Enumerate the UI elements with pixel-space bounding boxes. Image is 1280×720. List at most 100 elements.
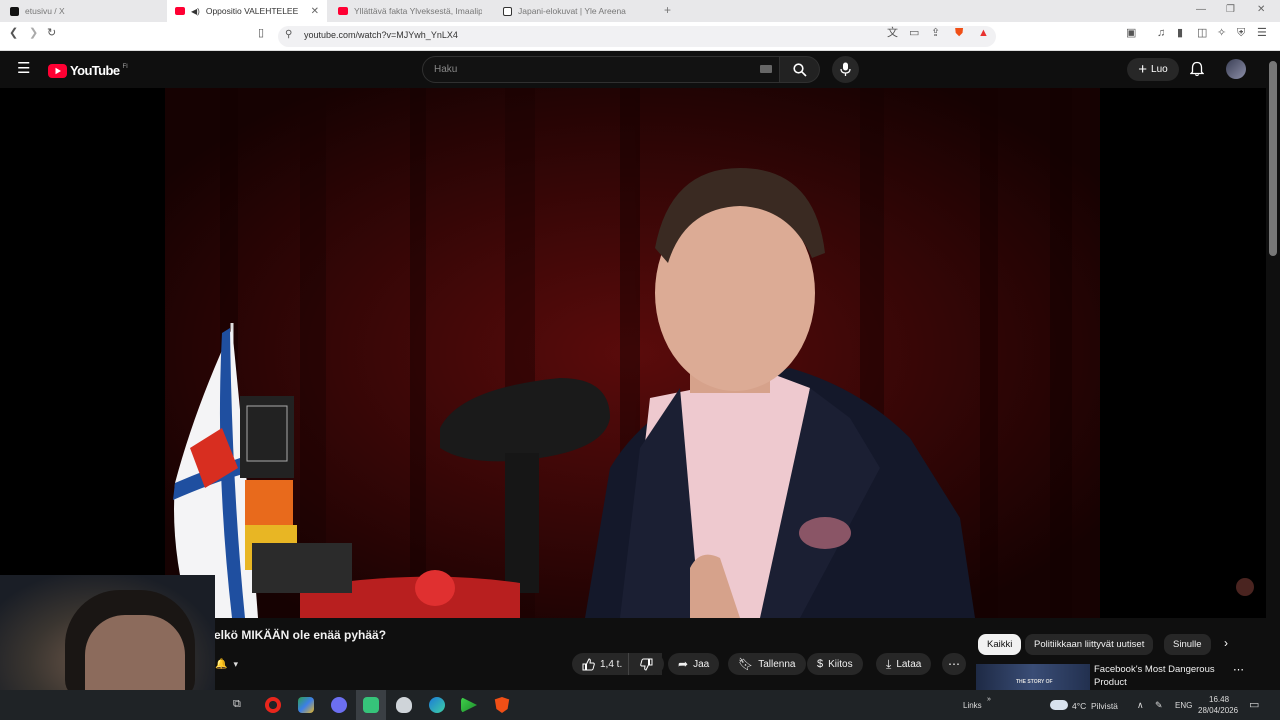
save-button[interactable]: 🔖︎ Tallenna — [728, 653, 806, 675]
links-expand-icon[interactable]: » — [987, 696, 991, 703]
dislike-button[interactable] — [628, 653, 664, 675]
channel-watermark — [1236, 578, 1254, 596]
more-actions-button[interactable]: ⋯ — [942, 653, 966, 675]
voice-search-button[interactable] — [832, 56, 859, 83]
cloud-weather-icon — [1050, 700, 1068, 710]
play-app-icon[interactable] — [461, 697, 477, 713]
forward-icon[interactable]: ❯ — [29, 28, 38, 39]
youtube-icon — [175, 7, 185, 15]
tab-youtube-2[interactable]: Yllättävä fakta Ylveksestä, Imaalipan... — [330, 0, 492, 22]
close-tab-icon[interactable]: ✕ — [311, 6, 319, 17]
discord-icon[interactable] — [331, 697, 347, 713]
microphone-icon — [840, 62, 851, 76]
brave-rewards-icon[interactable]: ▲ — [978, 28, 989, 39]
brave-icon[interactable] — [494, 697, 510, 713]
brave-shield-icon[interactable]: ⛊ — [955, 28, 963, 39]
url-text[interactable]: youtube.com/watch?v=MJYwh_YnLX4 — [304, 30, 458, 40]
plus-icon: + — [1138, 61, 1148, 78]
links-toolbar[interactable]: Links — [963, 701, 982, 710]
search-placeholder: Haku — [434, 64, 458, 75]
chips-next-icon[interactable]: › — [1224, 636, 1228, 650]
search-button[interactable] — [780, 56, 820, 83]
thanks-label: Kiitos — [828, 658, 853, 670]
keyboard-icon[interactable] — [760, 65, 772, 73]
video-frame — [165, 88, 1254, 618]
pocket-square — [799, 517, 851, 549]
clock-date[interactable]: 28/04/2026 — [1198, 706, 1238, 715]
share-label: Jaa — [693, 658, 710, 670]
share-page-icon[interactable]: ⇪ — [931, 28, 940, 39]
wallet-icon[interactable]: ◫ — [1197, 28, 1207, 39]
hamburger-menu-icon[interactable]: ☰ — [17, 61, 30, 76]
media-icon[interactable]: ♫ — [1157, 28, 1165, 39]
tab-x[interactable]: etusivu / X — [2, 0, 167, 22]
youtube-logo[interactable]: YouTube FI — [48, 63, 128, 78]
download-label: Lataa — [896, 658, 922, 670]
reader-icon[interactable]: ▣ — [1126, 28, 1136, 39]
browser-tab-bar: etusivu / X ◀) Oppositio VALEHTELEE jäll… — [0, 0, 1280, 22]
audio-playing-icon: ◀) — [191, 6, 200, 16]
youtube-play-logo-icon — [48, 63, 67, 78]
search-input[interactable]: Haku — [422, 56, 780, 83]
avatar[interactable] — [1226, 59, 1246, 79]
language-indicator[interactable]: ENG — [1175, 701, 1192, 710]
leo-icon[interactable]: ✧ — [1217, 28, 1226, 39]
tab-youtube-active[interactable]: ◀) Oppositio VALEHTELEE jälleen ✕ — [167, 0, 327, 22]
create-button[interactable]: + Luo — [1127, 58, 1179, 81]
video-player[interactable] — [0, 88, 1266, 618]
more-horizontal-icon: ⋯ — [948, 657, 960, 671]
translate-icon[interactable]: 文 — [887, 28, 898, 39]
scrollbar-thumb[interactable] — [1269, 61, 1277, 256]
pen-icon[interactable]: ✎ — [1155, 700, 1163, 711]
tab-yle-areena[interactable]: Japani-elokuvat | Yle Areena — [495, 0, 657, 22]
tab-title: Japani-elokuvat | Yle Areena — [518, 6, 626, 16]
channel-notify-button[interactable]: 🔔 ▾ — [215, 653, 257, 675]
clock-time[interactable]: 16.48 — [1209, 695, 1229, 704]
security-app-icon[interactable] — [396, 697, 412, 713]
tray-expand-icon[interactable]: ∧ — [1137, 700, 1144, 711]
youtube-icon — [338, 7, 348, 15]
recommendation-menu-icon[interactable]: ⋯ — [1233, 663, 1244, 676]
edge-icon[interactable] — [429, 697, 445, 713]
chip-for-you[interactable]: Sinulle — [1164, 634, 1211, 655]
thumbs-up-icon — [582, 657, 595, 670]
copilot-icon[interactable] — [298, 697, 314, 713]
reload-icon[interactable]: ↻ — [47, 28, 56, 39]
recommendation-title[interactable]: Facebook's Most Dangerous Product — [1094, 663, 1220, 689]
share-button[interactable]: ➦ Jaa — [668, 653, 720, 675]
minimize-button[interactable]: — — [1196, 4, 1206, 15]
thanks-button[interactable]: $ Kiitos — [807, 653, 863, 675]
maximize-button[interactable]: ❐ — [1226, 4, 1235, 15]
close-window-button[interactable]: ✕ — [1257, 4, 1265, 15]
chip-all[interactable]: Kaikki — [978, 634, 1022, 655]
opera-icon[interactable] — [265, 697, 281, 713]
sidebar-icon[interactable]: ▮ — [1177, 28, 1183, 39]
book-orange — [245, 480, 293, 525]
bell-icon: 🔔 — [215, 658, 228, 670]
page-scrollbar[interactable] — [1266, 51, 1280, 690]
new-tab-button[interactable]: + — [664, 3, 671, 17]
notifications-bell-icon[interactable] — [1190, 61, 1204, 77]
download-button[interactable]: ⤓ Lataa — [876, 653, 932, 675]
task-view-icon[interactable]: ⧉ — [233, 698, 241, 711]
browser-toolbar: ❮ ❯ ↻ ▯ ⚲ youtube.com/watch?v=MJYwh_YnLX… — [0, 22, 1280, 51]
weather-text[interactable]: 4°C Pilvistä — [1072, 701, 1118, 711]
search-icon — [793, 63, 807, 77]
book-random — [240, 396, 294, 478]
like-count: 1,4 t. — [600, 658, 623, 670]
notification-center-icon[interactable]: ▭ — [1249, 698, 1259, 711]
recommendation-thumbnail[interactable]: THE STORY OF — [976, 664, 1090, 690]
vpn-icon[interactable]: ⛨ — [1237, 28, 1245, 39]
chip-politics-news[interactable]: Politiikkaan liittyvät uutiset — [1025, 634, 1154, 655]
share-arrow-icon: ➦ — [678, 657, 689, 671]
obs-app-icon[interactable] — [363, 697, 379, 713]
region-code: FI — [122, 63, 128, 70]
menu-icon[interactable]: ☰ — [1257, 28, 1267, 39]
site-info-icon[interactable]: ⚲ — [285, 30, 292, 40]
cast-icon[interactable]: ▭ — [909, 28, 919, 39]
tab-title: Oppositio VALEHTELEE jälleen — [205, 6, 298, 16]
bookmark-icon[interactable]: ▯ — [258, 28, 264, 39]
download-icon: ⤓ — [886, 656, 892, 671]
youtube-wordmark: YouTube — [70, 63, 120, 78]
back-icon[interactable]: ❮ — [9, 28, 18, 39]
